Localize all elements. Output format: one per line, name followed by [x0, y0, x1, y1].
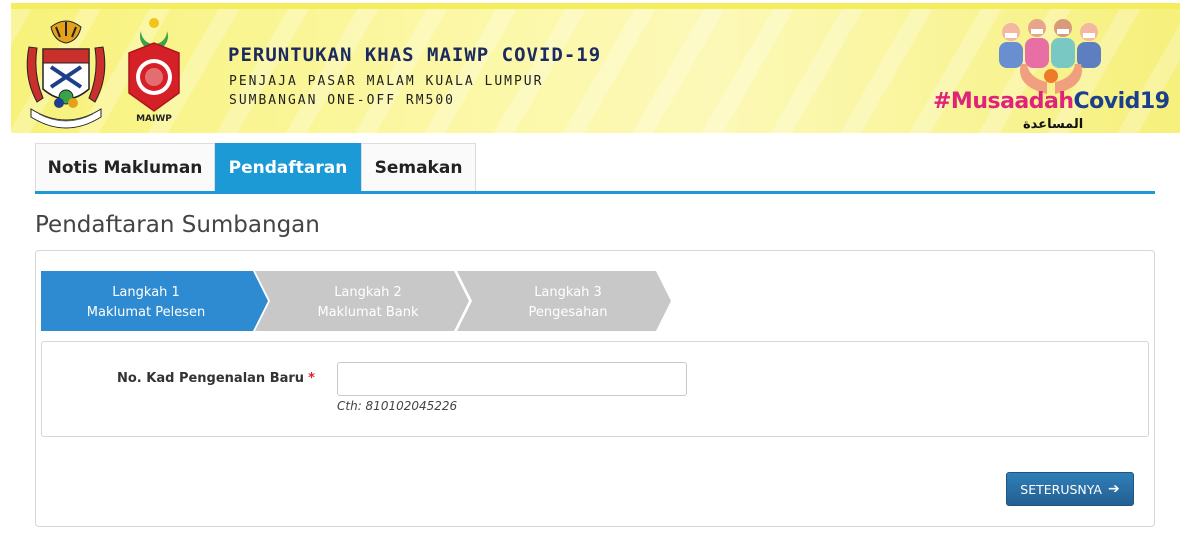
people-with-masks-illustration: [999, 19, 1101, 94]
wizard-step-3[interactable]: Langkah 3 Pengesahan: [473, 283, 663, 323]
dbkl-crest-logo: [26, 20, 106, 129]
required-asterisk: *: [308, 371, 315, 386]
musaadah-hashtag: #MusaadahCovid19: [933, 89, 1170, 114]
license-info-form: No. Kad Pengenalan Baru * Cth: 8101020452…: [41, 341, 1149, 437]
header-banner: MAIWP PERUNTUKAN KHAS MAIWP COVID-19 PEN…: [11, 3, 1180, 133]
wizard-steps: Langkah 1 Maklumat Pelesen Langkah 2 Maklu…: [41, 271, 681, 331]
banner-subtitle-2: SUMBANGAN ONE-OFF RM500: [229, 93, 456, 108]
next-button-label: SETERUSNYA: [1020, 481, 1102, 497]
ic-number-label: No. Kad Pengenalan Baru *: [117, 371, 315, 386]
tab-semakan[interactable]: Semakan: [361, 143, 476, 191]
main-tabs: Notis Makluman Pendaftaran Semakan: [35, 143, 1155, 194]
registration-panel: Langkah 1 Maklumat Pelesen Langkah 2 Maklu…: [35, 250, 1155, 527]
arrow-right-icon: ➔: [1107, 481, 1120, 497]
tab-notis-makluman[interactable]: Notis Makluman: [35, 143, 215, 191]
ic-number-input[interactable]: [337, 362, 687, 396]
arabic-caption: المساعدة: [1023, 117, 1084, 132]
banner-subtitle-1: PENJAJA PASAR MALAM KUALA LUMPUR: [229, 74, 544, 89]
wizard-step-2[interactable]: Langkah 2 Maklumat Bank: [273, 283, 463, 323]
maiwp-caption: MAIWP: [136, 114, 172, 124]
ic-number-hint: Cth: 810102045226: [337, 399, 458, 413]
tab-pendaftaran[interactable]: Pendaftaran: [215, 143, 361, 191]
wizard-step-1[interactable]: Langkah 1 Maklumat Pelesen: [51, 283, 241, 323]
banner-title: PERUNTUKAN KHAS MAIWP COVID-19: [228, 44, 602, 66]
next-button[interactable]: SETERUSNYA ➔: [1006, 472, 1134, 506]
page-title: Pendaftaran Sumbangan: [35, 212, 320, 238]
